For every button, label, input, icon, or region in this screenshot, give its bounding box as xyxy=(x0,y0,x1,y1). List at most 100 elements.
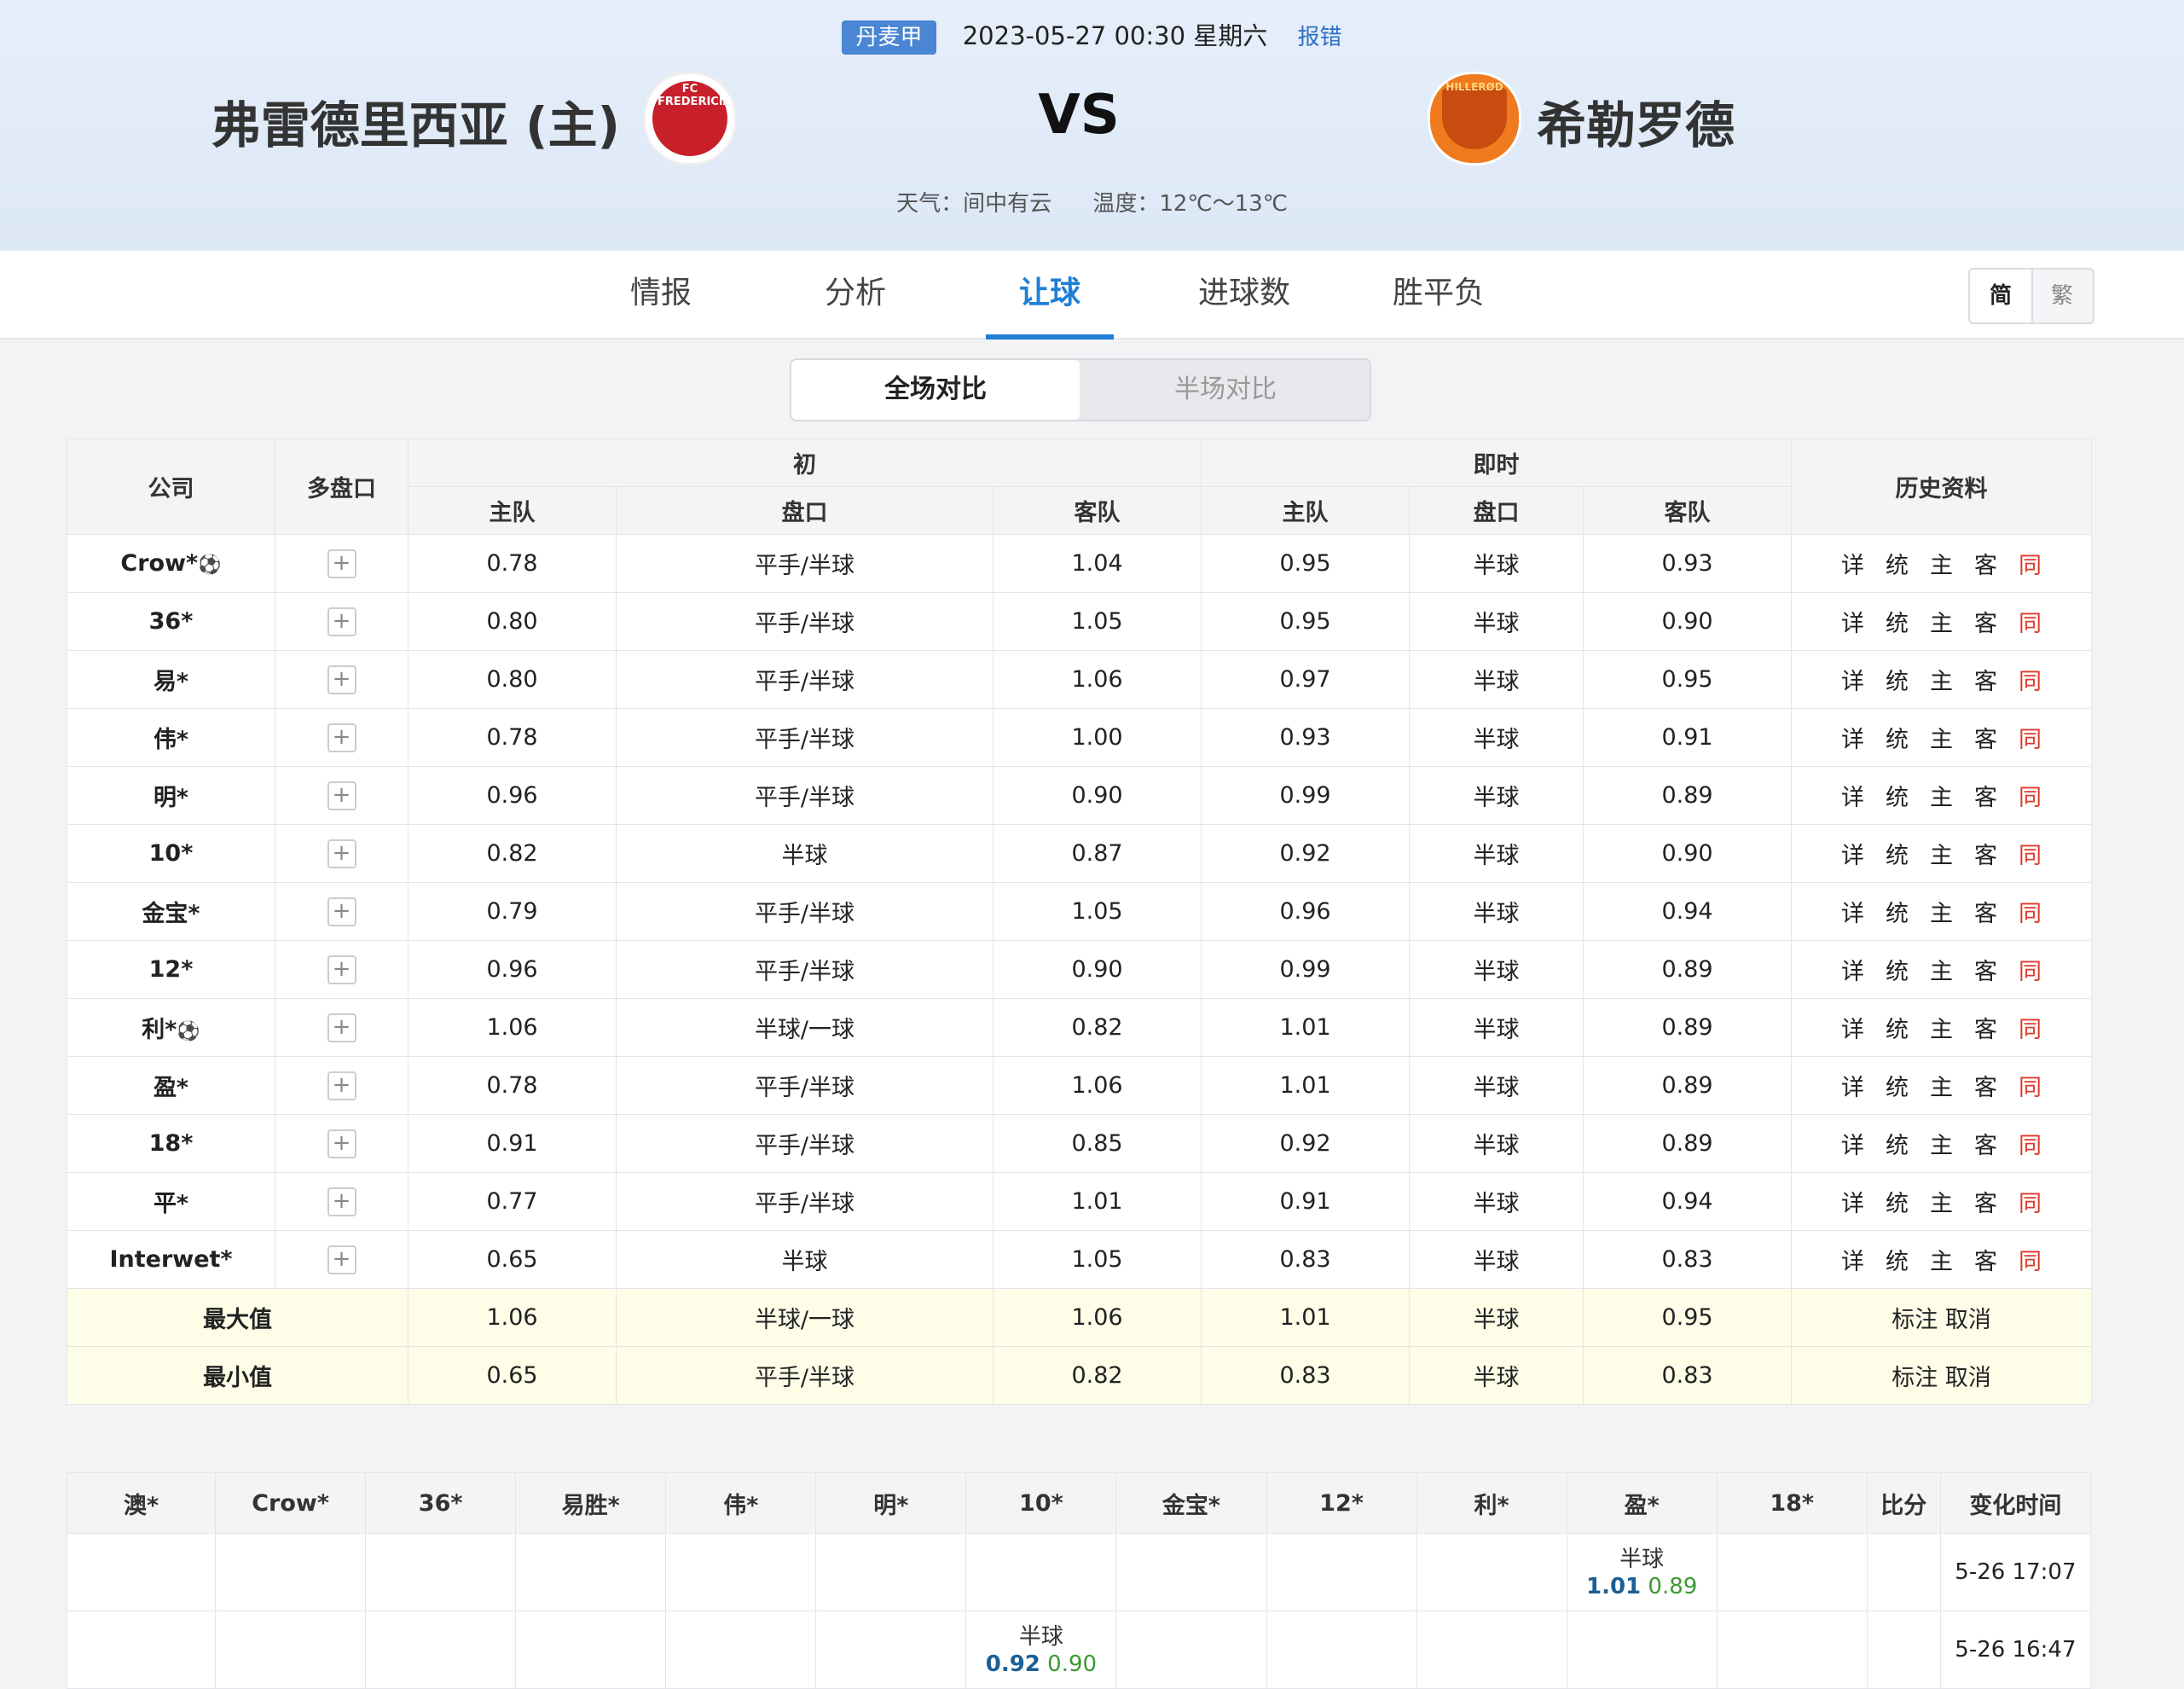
tab-1x2[interactable]: 胜平负 xyxy=(1375,251,1503,338)
history-link[interactable]: 统 xyxy=(1875,1011,1920,1044)
expand-plus-icon[interactable]: + xyxy=(327,723,356,752)
history-link[interactable]: 详 xyxy=(1831,605,1875,638)
expand-plus-icon[interactable]: + xyxy=(327,781,356,810)
history-link[interactable]: 客 xyxy=(1964,663,2008,696)
history-link[interactable]: 详 xyxy=(1831,837,1875,870)
history-link[interactable]: 客 xyxy=(1964,895,2008,928)
history-link[interactable]: 客 xyxy=(1964,721,2008,754)
mark-cancel-link[interactable]: 标注 取消 xyxy=(1791,1346,2093,1405)
history-link[interactable]: 客 xyxy=(1964,1127,2008,1160)
history-link[interactable]: 统 xyxy=(1875,779,1920,812)
expand-plus-icon[interactable]: + xyxy=(327,548,356,578)
company-cell[interactable]: 平* xyxy=(67,1172,275,1231)
expand-plus-icon[interactable]: + xyxy=(327,1071,356,1100)
history-link[interactable]: 主 xyxy=(1920,1243,1964,1276)
tab-handicap[interactable]: 让球 xyxy=(986,251,1114,340)
history-link[interactable]: 同 xyxy=(2008,895,2053,928)
history-link[interactable]: 统 xyxy=(1875,663,1920,696)
expand-plus-icon[interactable]: + xyxy=(327,839,356,868)
history-link[interactable]: 主 xyxy=(1920,1185,1964,1218)
league-badge[interactable]: 丹麦甲 xyxy=(842,20,936,55)
history-link[interactable]: 详 xyxy=(1831,953,1875,986)
tab-goals[interactable]: 进球数 xyxy=(1180,251,1308,338)
history-link[interactable]: 客 xyxy=(1964,953,2008,986)
history-link[interactable]: 详 xyxy=(1831,1069,1875,1102)
history-link[interactable]: 详 xyxy=(1831,1185,1875,1218)
expand-plus-icon[interactable]: + xyxy=(327,897,356,926)
history-link[interactable]: 同 xyxy=(2008,779,2053,812)
history-link[interactable]: 详 xyxy=(1831,1243,1875,1276)
away-team-name[interactable]: 希勒罗德 xyxy=(1537,85,1735,157)
history-link[interactable]: 同 xyxy=(2008,953,2053,986)
history-link[interactable]: 主 xyxy=(1920,953,1964,986)
history-link[interactable]: 同 xyxy=(2008,605,2053,638)
history-link[interactable]: 统 xyxy=(1875,605,1920,638)
mark-cancel-link[interactable]: 标注 取消 xyxy=(1791,1288,2093,1347)
history-link[interactable]: 主 xyxy=(1920,837,1964,870)
history-link[interactable]: 详 xyxy=(1831,721,1875,754)
company-cell[interactable]: 伟* xyxy=(67,708,275,767)
history-link[interactable]: 主 xyxy=(1920,721,1964,754)
company-cell[interactable]: Crow*⚽ xyxy=(67,534,275,593)
history-link[interactable]: 统 xyxy=(1875,547,1920,580)
history-link[interactable]: 详 xyxy=(1831,663,1875,696)
tab-intel[interactable]: 情报 xyxy=(597,251,725,338)
history-link[interactable]: 客 xyxy=(1964,779,2008,812)
history-link[interactable]: 主 xyxy=(1920,895,1964,928)
half-match-button[interactable]: 半场对比 xyxy=(1081,360,1370,420)
history-link[interactable]: 同 xyxy=(2008,721,2053,754)
company-cell[interactable]: 利*⚽ xyxy=(67,998,275,1057)
expand-plus-icon[interactable]: + xyxy=(327,955,356,984)
history-link[interactable]: 同 xyxy=(2008,1185,2053,1218)
history-link[interactable]: 详 xyxy=(1831,1127,1875,1160)
history-link[interactable]: 同 xyxy=(2008,837,2053,870)
full-match-button[interactable]: 全场对比 xyxy=(791,360,1080,420)
history-link[interactable]: 详 xyxy=(1831,779,1875,812)
company-cell[interactable]: 18* xyxy=(67,1114,275,1173)
home-team-name[interactable]: 弗雷德里西亚 (主) xyxy=(211,85,620,157)
report-error-link[interactable]: 报错 xyxy=(1297,25,1341,50)
history-link[interactable]: 客 xyxy=(1964,837,2008,870)
history-link[interactable]: 统 xyxy=(1875,895,1920,928)
history-link[interactable]: 同 xyxy=(2008,1011,2053,1044)
history-link[interactable]: 客 xyxy=(1964,547,2008,580)
home-team-logo[interactable]: FC FREDERICIA xyxy=(643,72,737,165)
history-link[interactable]: 同 xyxy=(2008,1069,2053,1102)
history-link[interactable]: 统 xyxy=(1875,1069,1920,1102)
history-link[interactable]: 同 xyxy=(2008,1243,2053,1276)
history-link[interactable]: 客 xyxy=(1964,1185,2008,1218)
expand-plus-icon[interactable]: + xyxy=(327,607,356,636)
history-link[interactable]: 同 xyxy=(2008,547,2053,580)
company-cell[interactable]: 明* xyxy=(67,766,275,825)
company-cell[interactable]: 盈* xyxy=(67,1056,275,1115)
history-link[interactable]: 客 xyxy=(1964,1243,2008,1276)
company-cell[interactable]: 10* xyxy=(67,824,275,883)
simplified-button[interactable]: 简 xyxy=(1970,270,2033,322)
company-cell[interactable]: Interwet* xyxy=(67,1230,275,1289)
history-link[interactable]: 客 xyxy=(1964,1011,2008,1044)
history-link[interactable]: 主 xyxy=(1920,1011,1964,1044)
company-cell[interactable]: 36* xyxy=(67,592,275,651)
tab-analysis[interactable]: 分析 xyxy=(791,251,919,338)
expand-plus-icon[interactable]: + xyxy=(327,1245,356,1274)
expand-plus-icon[interactable]: + xyxy=(327,665,356,694)
history-link[interactable]: 主 xyxy=(1920,605,1964,638)
history-link[interactable]: 主 xyxy=(1920,547,1964,580)
history-link[interactable]: 统 xyxy=(1875,1127,1920,1160)
history-link[interactable]: 统 xyxy=(1875,1185,1920,1218)
company-cell[interactable]: 易* xyxy=(67,650,275,709)
traditional-button[interactable]: 繁 xyxy=(2031,270,2093,322)
history-link[interactable]: 主 xyxy=(1920,779,1964,812)
away-team-logo[interactable]: HILLERØD xyxy=(1428,72,1521,165)
expand-plus-icon[interactable]: + xyxy=(327,1013,356,1042)
history-link[interactable]: 同 xyxy=(2008,1127,2053,1160)
company-cell[interactable]: 12* xyxy=(67,940,275,999)
history-link[interactable]: 统 xyxy=(1875,953,1920,986)
history-link[interactable]: 主 xyxy=(1920,1127,1964,1160)
expand-plus-icon[interactable]: + xyxy=(327,1129,356,1158)
history-link[interactable]: 客 xyxy=(1964,1069,2008,1102)
history-link[interactable]: 详 xyxy=(1831,547,1875,580)
history-link[interactable]: 统 xyxy=(1875,837,1920,870)
history-link[interactable]: 客 xyxy=(1964,605,2008,638)
history-link[interactable]: 主 xyxy=(1920,1069,1964,1102)
